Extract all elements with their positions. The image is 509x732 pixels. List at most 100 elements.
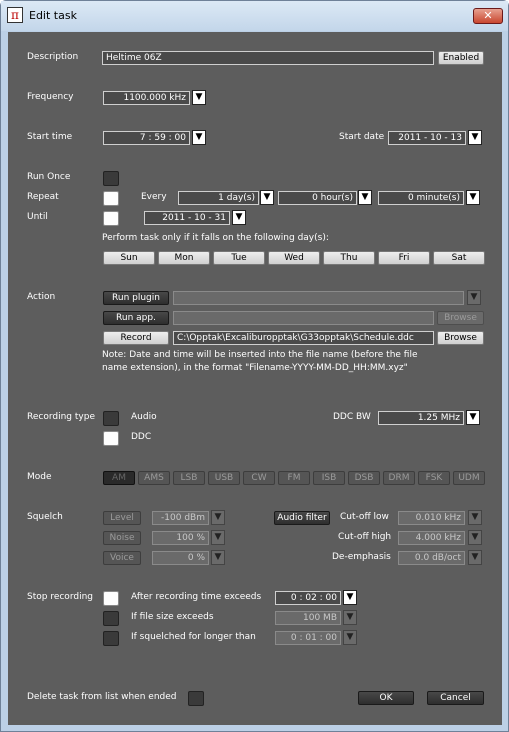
action-label: Action [27,292,56,302]
squelch-noise-button[interactable]: Noise [103,531,141,545]
day-mon-button[interactable]: Mon [158,251,210,265]
ok-button[interactable]: OK [358,691,414,705]
day-sat-button[interactable]: Sat [433,251,485,265]
repeat-days-dropdown-icon[interactable]: ▼ [260,190,274,205]
cancel-button[interactable]: Cancel [427,691,484,705]
ddc-checkbox[interactable] [103,431,119,446]
app-icon: π [7,7,23,23]
day-sun-button[interactable]: Sun [103,251,155,265]
frequency-input[interactable]: 1100.000 kHz [103,91,190,105]
file-size-checkbox[interactable] [103,611,119,626]
mode-lsb-button[interactable]: LSB [173,471,205,485]
days-hint: Perform task only if it falls on the fol… [102,233,329,243]
squelch-level-button[interactable]: Level [103,511,141,525]
start-date-input[interactable]: 2011 - 10 - 13 [388,131,466,145]
squelch-noise-input[interactable]: 100 % [152,531,209,545]
browse-app-button[interactable]: Browse [437,311,484,325]
mode-dsb-button[interactable]: DSB [348,471,380,485]
cutoff-high-label: Cut-off high [338,532,392,542]
squelch-level-input[interactable]: -100 dBm [152,511,209,525]
run-plugin-button[interactable]: Run plugin [103,291,169,305]
close-button[interactable]: ✕ [473,8,503,24]
start-date-dropdown-icon[interactable]: ▼ [468,130,482,145]
mode-isb-button[interactable]: ISB [313,471,345,485]
after-time-checkbox[interactable] [103,591,119,606]
squelched-dropdown-icon[interactable]: ▼ [343,630,357,645]
mode-label: Mode [27,472,52,482]
start-date-label: Start date [339,132,385,142]
plugin-dropdown-icon[interactable]: ▼ [467,290,481,305]
audio-filter-button[interactable]: Audio filter [274,511,330,525]
squelch-label: Squelch [27,512,63,522]
cutoff-low-dropdown-icon[interactable]: ▼ [468,510,482,525]
file-size-label: If file size exceeds [131,612,214,622]
squelched-checkbox[interactable] [103,631,119,646]
repeat-checkbox[interactable] [103,191,119,206]
run-once-checkbox[interactable] [103,171,119,186]
file-size-dropdown-icon[interactable]: ▼ [343,610,357,625]
audio-checkbox[interactable] [103,411,119,426]
after-time-dropdown-icon[interactable]: ▼ [343,590,357,605]
squelched-input[interactable]: 0 : 01 : 00 [275,631,341,645]
mode-am-button[interactable]: AM [103,471,135,485]
record-path-input[interactable]: C:\Opptak\Excaliburopptak\G33opptak\Sche… [173,331,434,345]
mode-fm-button[interactable]: FM [278,471,310,485]
deemphasis-dropdown-icon[interactable]: ▼ [468,550,482,565]
cutoff-high-input[interactable]: 4.000 kHz [398,531,465,545]
repeat-label: Repeat [27,192,59,202]
mode-fsk-button[interactable]: FSK [418,471,450,485]
mode-drm-button[interactable]: DRM [383,471,415,485]
repeat-hours-input[interactable]: 0 hour(s) [278,191,357,205]
description-input[interactable]: Heltime 06Z [102,51,434,65]
repeat-hours-dropdown-icon[interactable]: ▼ [358,190,372,205]
ddc-bw-input[interactable]: 1.25 MHz [378,411,464,425]
browse-record-button[interactable]: Browse [437,331,484,345]
squelch-voice-input[interactable]: 0 % [152,551,209,565]
until-date-input[interactable]: 2011 - 10 - 31 [144,211,230,225]
repeat-minutes-input[interactable]: 0 minute(s) [378,191,464,205]
plugin-select[interactable] [173,291,464,305]
until-date-dropdown-icon[interactable]: ▼ [232,210,246,225]
day-thu-button[interactable]: Thu [323,251,375,265]
repeat-days-input[interactable]: 1 day(s) [178,191,259,205]
squelched-label: If squelched for longer than [131,632,256,642]
squelch-voice-dropdown-icon[interactable]: ▼ [211,550,225,565]
title-bar[interactable]: π Edit task ✕ [1,1,508,31]
frequency-label: Frequency [27,92,74,102]
enabled-button[interactable]: Enabled [438,51,484,65]
until-label: Until [27,212,48,222]
mode-udm-button[interactable]: UDM [453,471,485,485]
squelch-voice-button[interactable]: Voice [103,551,141,565]
filename-note: Note: Date and time will be inserted int… [102,350,418,373]
mode-ams-button[interactable]: AMS [138,471,170,485]
mode-cw-button[interactable]: CW [243,471,275,485]
start-time-dropdown-icon[interactable]: ▼ [192,130,206,145]
stop-recording-label: Stop recording [27,592,93,602]
squelch-noise-dropdown-icon[interactable]: ▼ [211,530,225,545]
day-wed-button[interactable]: Wed [268,251,320,265]
app-path-input[interactable] [173,311,434,325]
cutoff-high-dropdown-icon[interactable]: ▼ [468,530,482,545]
ddc-label: DDC [131,432,152,442]
deemphasis-label: De-emphasis [332,552,391,562]
audio-label: Audio [131,412,157,422]
repeat-minutes-dropdown-icon[interactable]: ▼ [466,190,480,205]
ddc-bw-dropdown-icon[interactable]: ▼ [466,410,480,425]
edit-task-window: π Edit task ✕ Description Heltime 06Z En… [0,0,509,732]
deemphasis-input[interactable]: 0.0 dB/oct [398,551,465,565]
after-time-input[interactable]: 0 : 02 : 00 [275,591,341,605]
delete-task-checkbox[interactable] [188,691,204,706]
frequency-dropdown-icon[interactable]: ▼ [192,90,206,105]
run-app-button[interactable]: Run app. [103,311,169,325]
until-checkbox[interactable] [103,211,119,226]
cutoff-low-label: Cut-off low [340,512,389,522]
mode-usb-button[interactable]: USB [208,471,240,485]
day-tue-button[interactable]: Tue [213,251,265,265]
record-button[interactable]: Record [103,331,169,345]
start-time-input[interactable]: 7 : 59 : 00 [103,131,190,145]
day-fri-button[interactable]: Fri [378,251,430,265]
file-size-input[interactable]: 100 MB [275,611,341,625]
squelch-level-dropdown-icon[interactable]: ▼ [211,510,225,525]
cutoff-low-input[interactable]: 0.010 kHz [398,511,465,525]
run-once-label: Run Once [27,172,71,182]
